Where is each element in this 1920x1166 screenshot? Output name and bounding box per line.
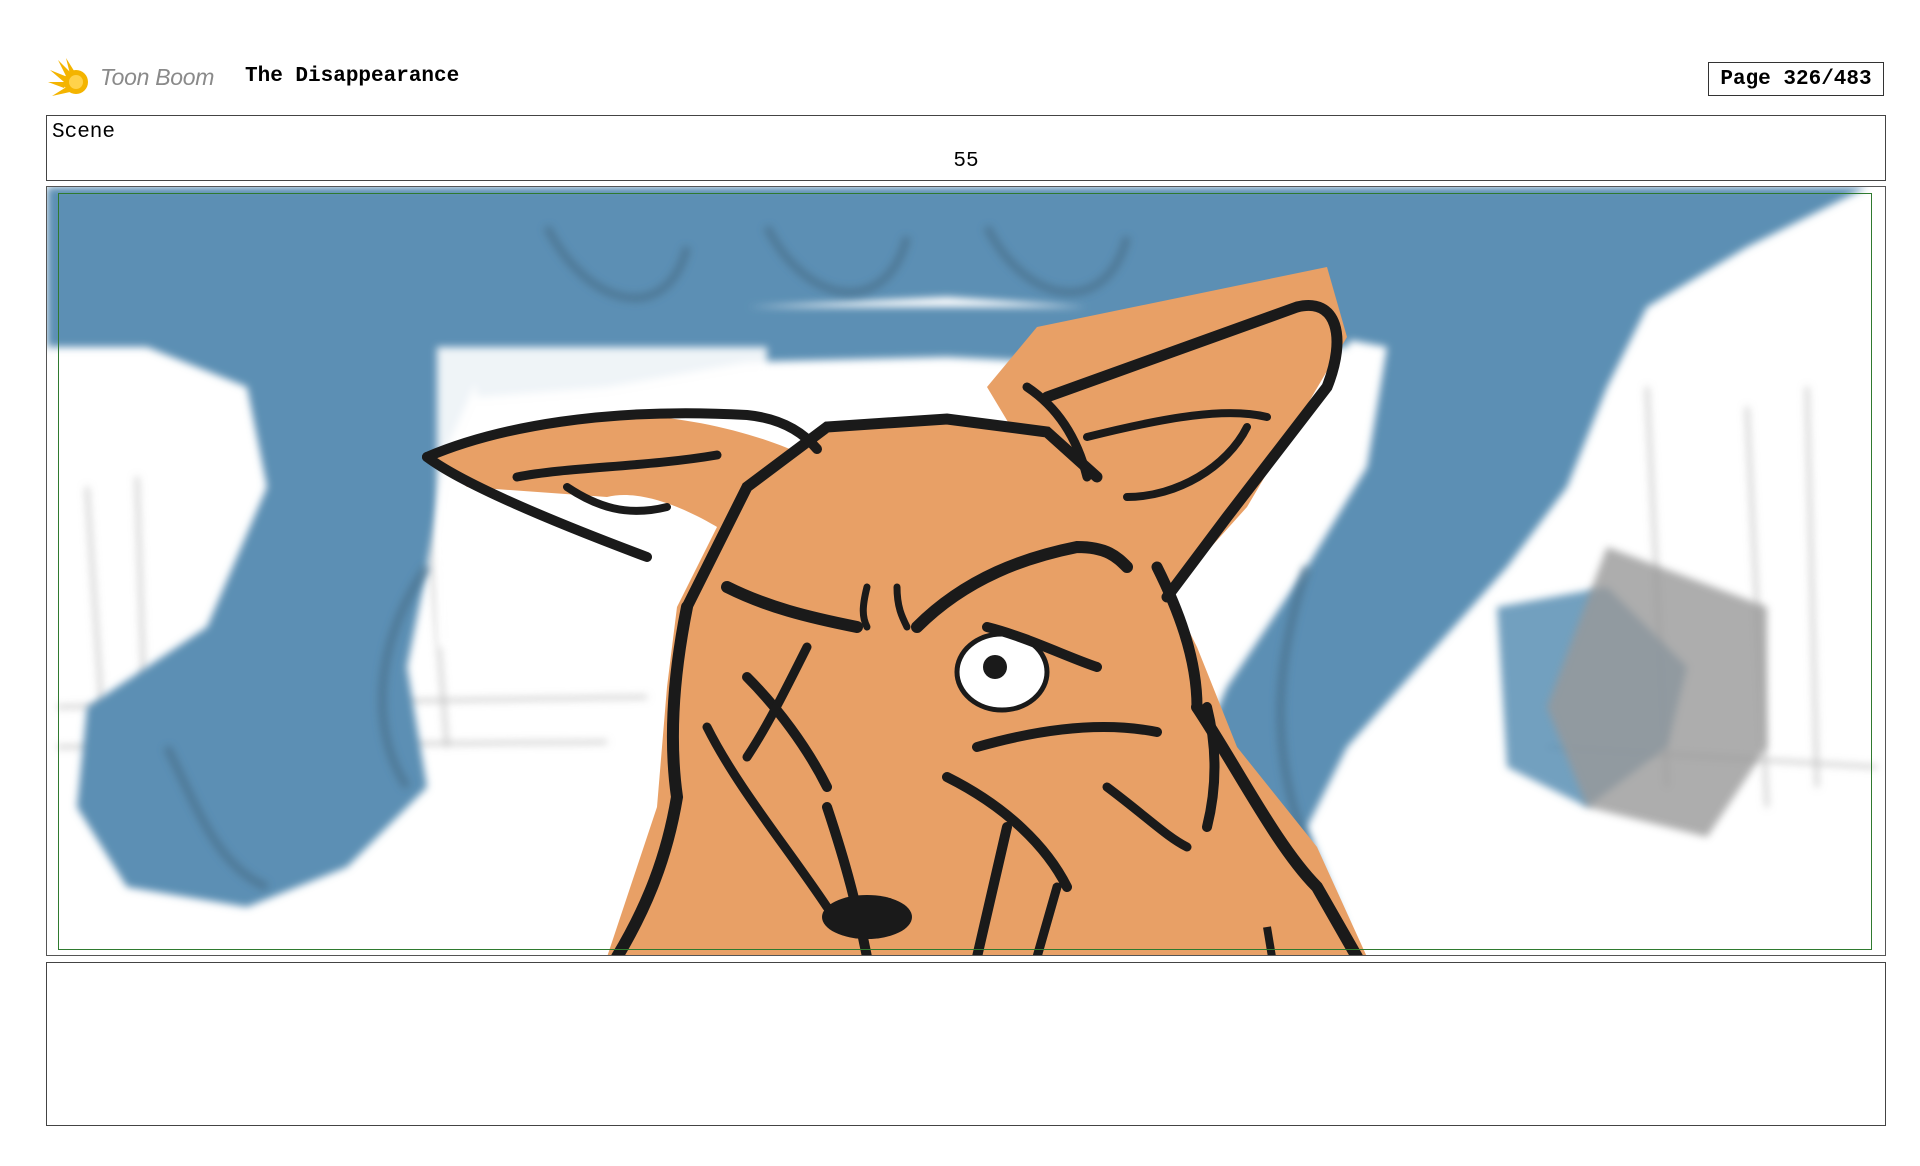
page-indicator: Page 326/483 xyxy=(1708,62,1884,96)
storyboard-header: Toon Boom The Disappearance xyxy=(48,52,1888,102)
toon-boom-logo: Toon Boom xyxy=(48,56,248,98)
scene-box: Scene 55 xyxy=(46,115,1886,181)
project-title: The Disappearance xyxy=(245,65,460,88)
logo-text: Toon Boom xyxy=(100,64,215,90)
storyboard-panel xyxy=(46,186,1886,956)
scene-number: 55 xyxy=(953,150,979,173)
sun-burst-icon xyxy=(48,58,88,96)
scene-label: Scene xyxy=(52,121,116,144)
notes-box xyxy=(46,962,1886,1126)
panel-drawing xyxy=(47,187,1885,955)
